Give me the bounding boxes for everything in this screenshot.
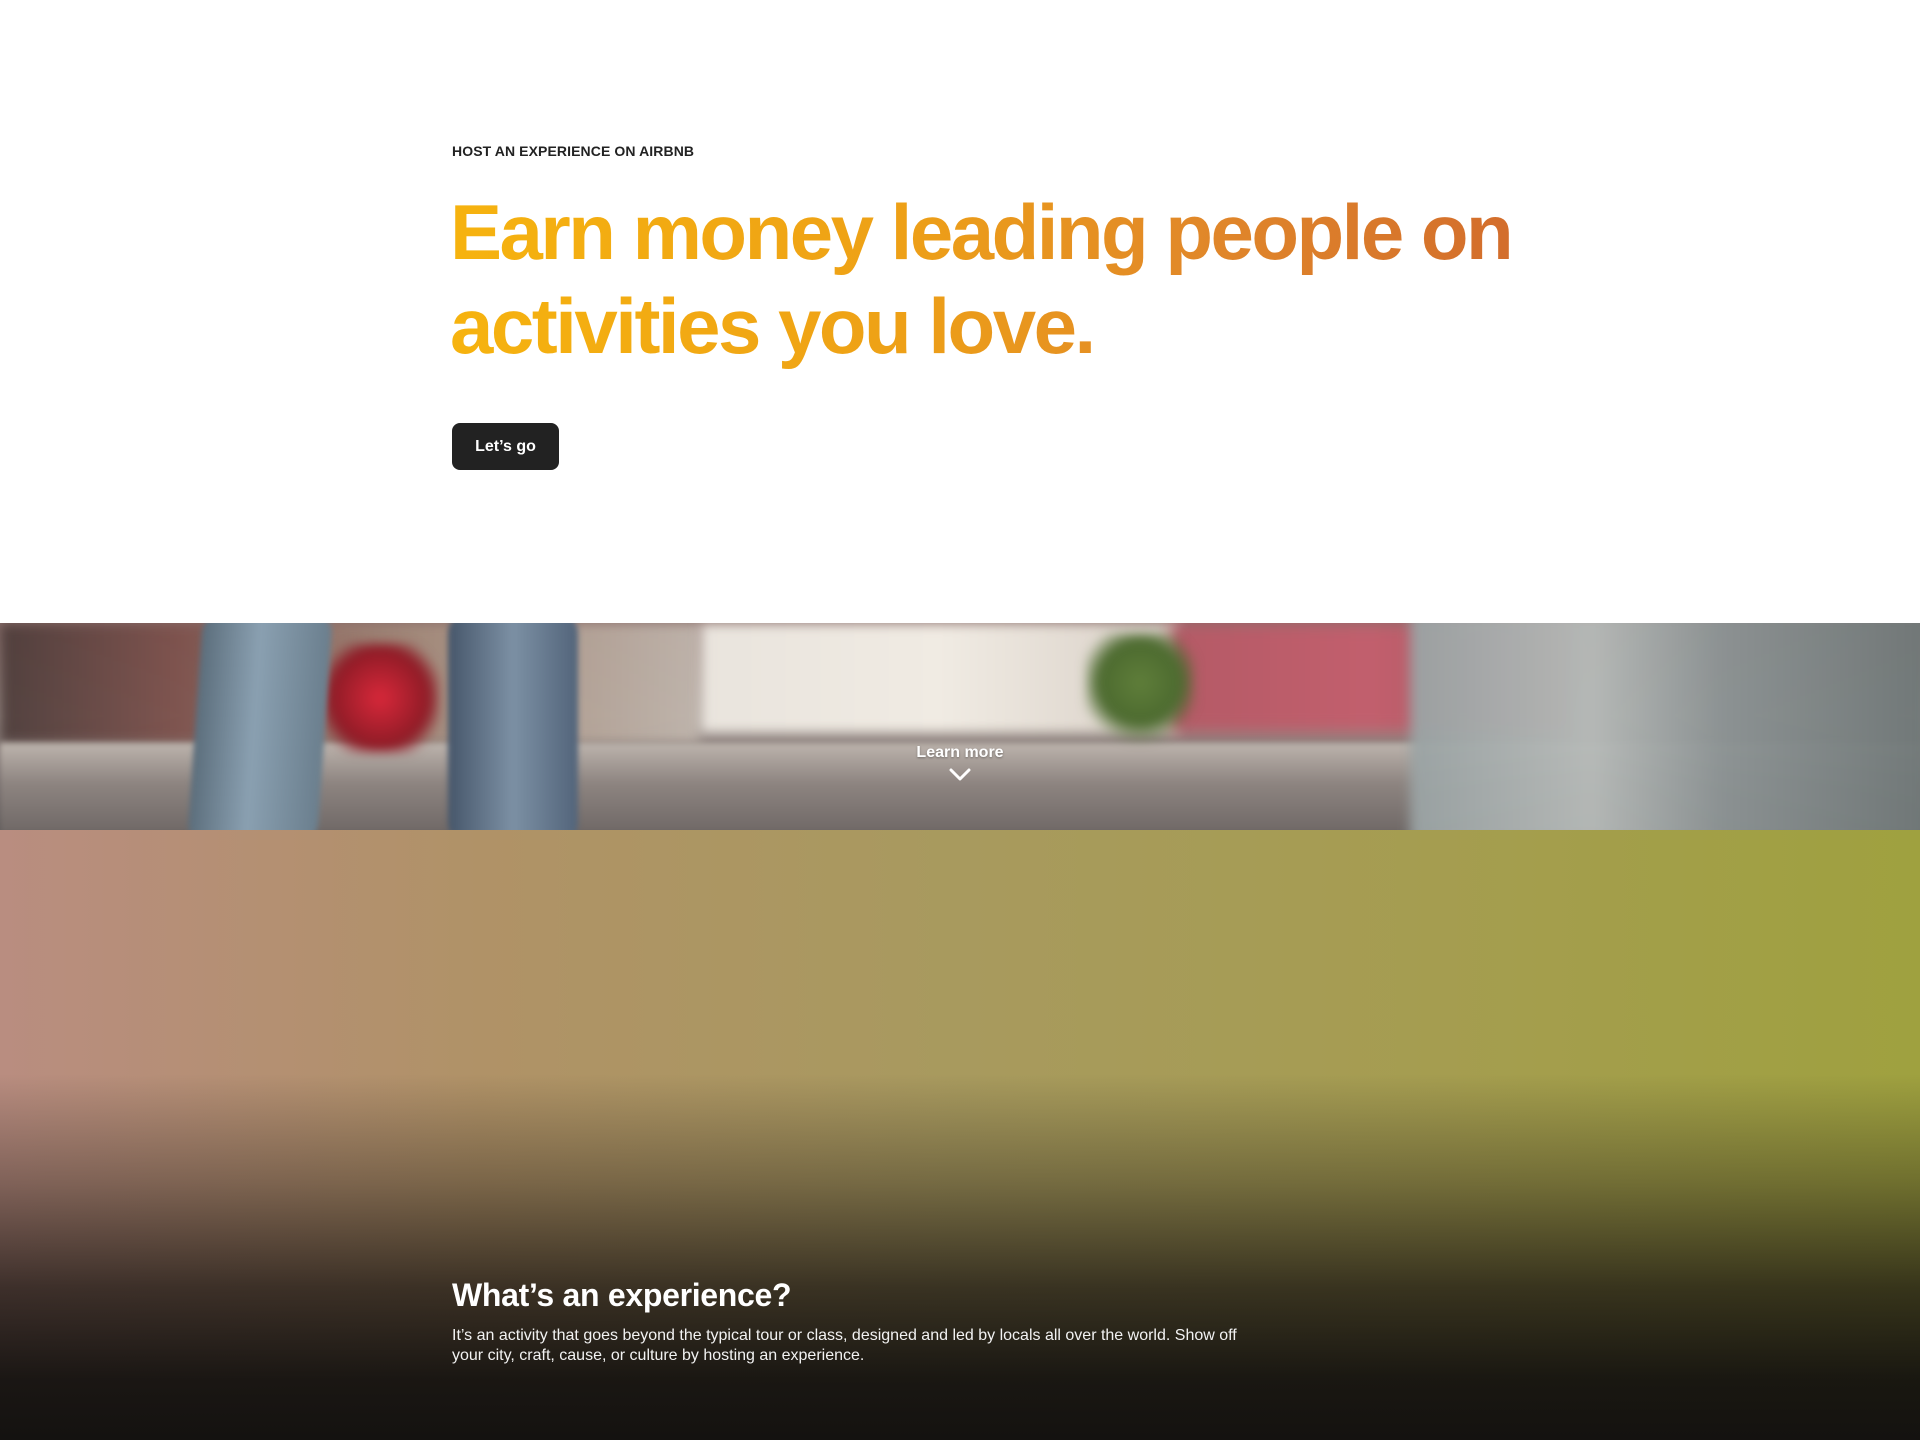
experience-description: It’s an activity that goes beyond the ty… <box>452 1327 1237 1364</box>
learn-more-link[interactable]: Learn more <box>860 744 1060 782</box>
video-strip: Learn more <box>0 623 1920 830</box>
video-leg-center <box>448 623 578 830</box>
hero-eyebrow: HOST AN EXPERIENCE ON AIRBNB <box>452 143 695 159</box>
video-leg-left <box>186 623 334 830</box>
video-leg-right <box>1410 623 1920 830</box>
experience-title: What’s an experience? <box>452 1277 792 1313</box>
video-car <box>320 643 440 753</box>
host-experience-page: HOST AN EXPERIENCE ON AIRBNB Earn money … <box>0 0 1920 1440</box>
lets-go-button[interactable]: Let’s go <box>452 423 559 470</box>
chevron-down-icon <box>949 768 971 781</box>
video-plant <box>1085 633 1195 743</box>
experience-section: What’s an experience? It’s an activity t… <box>0 830 1920 1440</box>
learn-more-label: Learn more <box>916 744 1004 761</box>
hero-headline: Earn money leading people on activities … <box>450 185 1550 373</box>
hero-section: HOST AN EXPERIENCE ON AIRBNB Earn money … <box>0 0 1920 623</box>
